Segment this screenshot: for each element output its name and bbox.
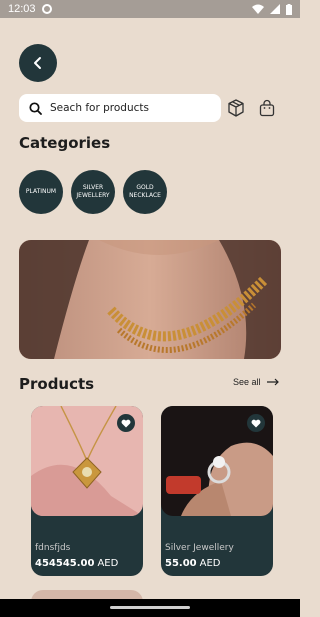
search-icon <box>29 101 42 115</box>
price-value: 55.00 <box>165 558 197 569</box>
banner-image <box>19 240 281 359</box>
favorite-button[interactable] <box>247 414 265 432</box>
promo-banner[interactable] <box>19 240 281 359</box>
home-indicator[interactable] <box>110 606 190 609</box>
category-silver-jewellery[interactable]: SILVER JEWELLERY <box>71 170 115 214</box>
favorite-button[interactable] <box>117 414 135 432</box>
notification-icon <box>41 4 52 14</box>
category-label: GOLD NECKLACE <box>129 184 161 199</box>
see-all-label: See all <box>233 377 261 387</box>
status-bar: 12:03 <box>0 0 300 18</box>
heart-icon <box>121 419 131 427</box>
price-currency: AED <box>199 558 221 569</box>
product-card[interactable]: Silver Jewellery 55.00 AED <box>161 406 273 576</box>
price-value: 454545.00 <box>35 558 95 569</box>
category-label: SILVER JEWELLERY <box>76 184 110 199</box>
signal-icon <box>270 4 280 14</box>
arrow-right-icon <box>266 378 279 386</box>
price-currency: AED <box>97 558 119 569</box>
product-price: 55.00 AED <box>165 558 221 569</box>
heart-icon <box>251 419 261 427</box>
status-icons <box>252 3 292 15</box>
wifi-icon <box>252 4 264 14</box>
category-gold-necklace[interactable]: GOLD NECKLACE <box>123 170 167 214</box>
back-button[interactable] <box>19 44 57 82</box>
category-label: PLATINUM <box>25 188 57 196</box>
product-name: fdnsfjds <box>35 543 71 553</box>
see-all-link[interactable]: See all <box>233 377 279 387</box>
products-title: Products <box>19 375 95 393</box>
product-card[interactable]: fdnsfjds 454545.00 AED <box>31 406 143 576</box>
product-price: 454545.00 AED <box>35 558 118 569</box>
back-arrow-icon <box>34 57 41 69</box>
search-bar[interactable] <box>19 94 221 122</box>
category-platinum[interactable]: PLATINUM <box>19 170 63 214</box>
search-input[interactable] <box>50 102 200 114</box>
battery-icon <box>286 3 292 15</box>
box-icon[interactable] <box>226 98 246 118</box>
product-name: Silver Jewellery <box>165 543 234 553</box>
categories-title: Categories <box>19 134 111 152</box>
shopping-bag-icon[interactable] <box>257 98 277 118</box>
status-time: 12:03 <box>8 3 36 15</box>
